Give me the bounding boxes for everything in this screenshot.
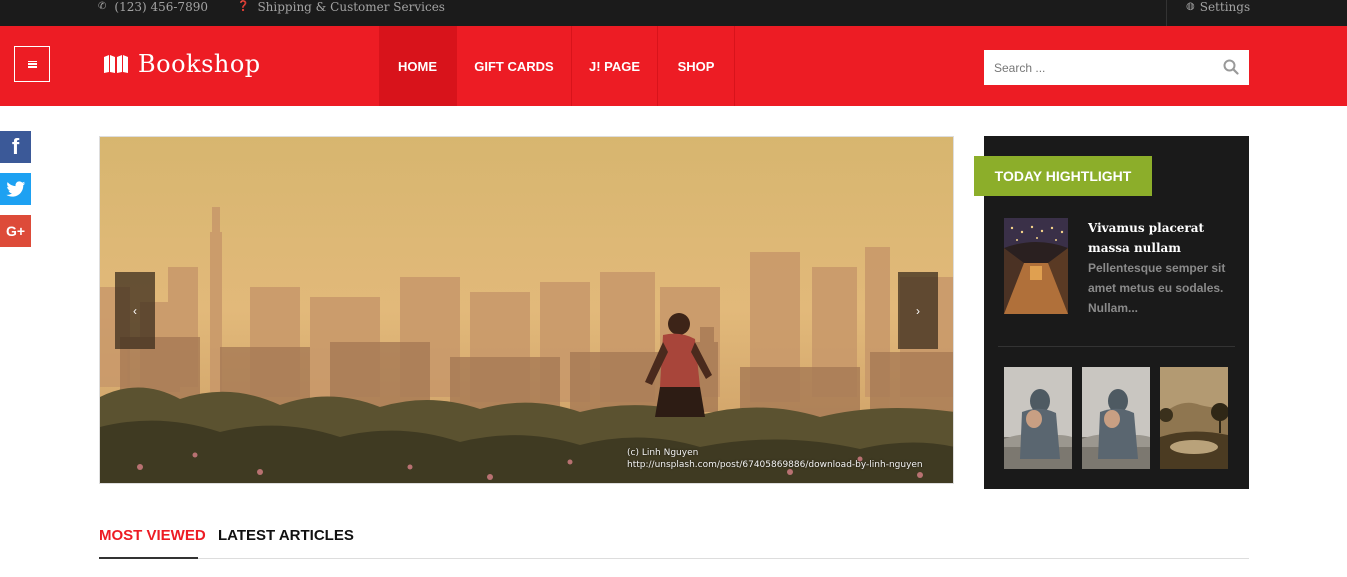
nav-shop[interactable]: SHOP (658, 26, 735, 106)
couple-hug-image (1004, 367, 1072, 469)
nav-shop-label: SHOP (677, 58, 715, 74)
highlight-divider (998, 346, 1235, 347)
search-icon[interactable] (1223, 59, 1239, 75)
nav-home-label: HOME (398, 58, 437, 74)
highlight-thumbnail-row (1004, 367, 1238, 469)
main-nav: HOME GIFT CARDS J! PAGE SHOP (379, 26, 735, 106)
today-highlight-panel: TODAY HIGHTLIGHT Vivamus placerat massa … (974, 136, 1249, 489)
active-tab-indicator (99, 557, 198, 559)
nav-j-page[interactable]: J! PAGE (572, 26, 658, 106)
shipping-label: Shipping & Customer Services (257, 0, 445, 14)
search-box (984, 50, 1249, 85)
article-tabs: MOST VIEWED LATEST ARTICLES (99, 521, 1249, 559)
site-logo[interactable]: Bookshop (103, 50, 261, 78)
social-share-bar: f G+ (0, 131, 31, 257)
slider-prev-button[interactable]: ‹ (115, 272, 155, 349)
tab-latest-articles[interactable]: LATEST ARTICLES (218, 527, 354, 544)
phone-icon: ✆ (98, 1, 107, 12)
hamburger-icon (27, 60, 37, 68)
phone-number: (123) 456-7890 (114, 0, 208, 14)
featured-article-excerpt: Pellentesque semper sit amet metus eu so… (1088, 261, 1226, 315)
book-icon (104, 55, 128, 73)
globe-icon: ◍ (1186, 1, 1195, 12)
hero-slider: ‹ › (c) Linh Nguyen http://unsplash.com/… (99, 136, 954, 484)
settings-link[interactable]: ◍ Settings (1166, 0, 1250, 26)
landscape-image (1160, 367, 1228, 469)
facebook-share-button[interactable]: f (0, 131, 31, 163)
highlight-title: TODAY HIGHTLIGHT (974, 156, 1152, 196)
featured-article-title[interactable]: Vivamus placerat massa nullam (1088, 218, 1238, 258)
nav-j-page-label: J! PAGE (588, 58, 641, 74)
settings-label: Settings (1199, 0, 1251, 14)
featured-article-thumbnail[interactable] (1004, 218, 1068, 314)
street-night-image (1004, 218, 1068, 314)
highlight-thumbnail-1[interactable] (1004, 367, 1072, 469)
couple-hug-image (1082, 367, 1150, 469)
photo-credit: (c) Linh Nguyen http://unsplash.com/post… (627, 447, 923, 471)
slider-next-button[interactable]: › (898, 272, 938, 349)
twitter-share-button[interactable] (0, 173, 31, 205)
search-input[interactable] (984, 50, 1214, 85)
logo-text: Bookshop (138, 50, 261, 78)
phone-contact[interactable]: ✆ (123) 456-7890 (98, 0, 208, 26)
highlight-thumbnail-2[interactable] (1082, 367, 1150, 469)
slide-image (100, 137, 953, 483)
chevron-right-icon: › (916, 303, 920, 318)
facebook-icon: f (11, 134, 20, 159)
nav-gift-cards[interactable]: GIFT CARDS (457, 26, 572, 106)
nav-gift-cards-label: GIFT CARDS (474, 58, 554, 74)
question-circle-icon: ❓ (237, 1, 250, 12)
tab-most-viewed[interactable]: MOST VIEWED (99, 527, 206, 544)
twitter-icon (5, 180, 25, 197)
chevron-left-icon: ‹ (133, 303, 137, 318)
top-bar: ✆ (123) 456-7890 ❓ Shipping & Customer S… (0, 0, 1347, 26)
credit-author: (c) Linh Nguyen (627, 448, 699, 458)
google-plus-share-button[interactable]: G+ (0, 215, 31, 247)
main-header: Bookshop HOME GIFT CARDS J! PAGE SHOP (0, 26, 1347, 106)
credit-url: http://unsplash.com/post/67405869886/dow… (627, 460, 923, 470)
google-plus-icon: G+ (5, 223, 26, 239)
highlight-thumbnail-3[interactable] (1160, 367, 1228, 469)
shipping-link[interactable]: ❓ Shipping & Customer Services (237, 0, 445, 26)
menu-toggle-button[interactable] (14, 46, 50, 82)
nav-home[interactable]: HOME (379, 26, 457, 106)
